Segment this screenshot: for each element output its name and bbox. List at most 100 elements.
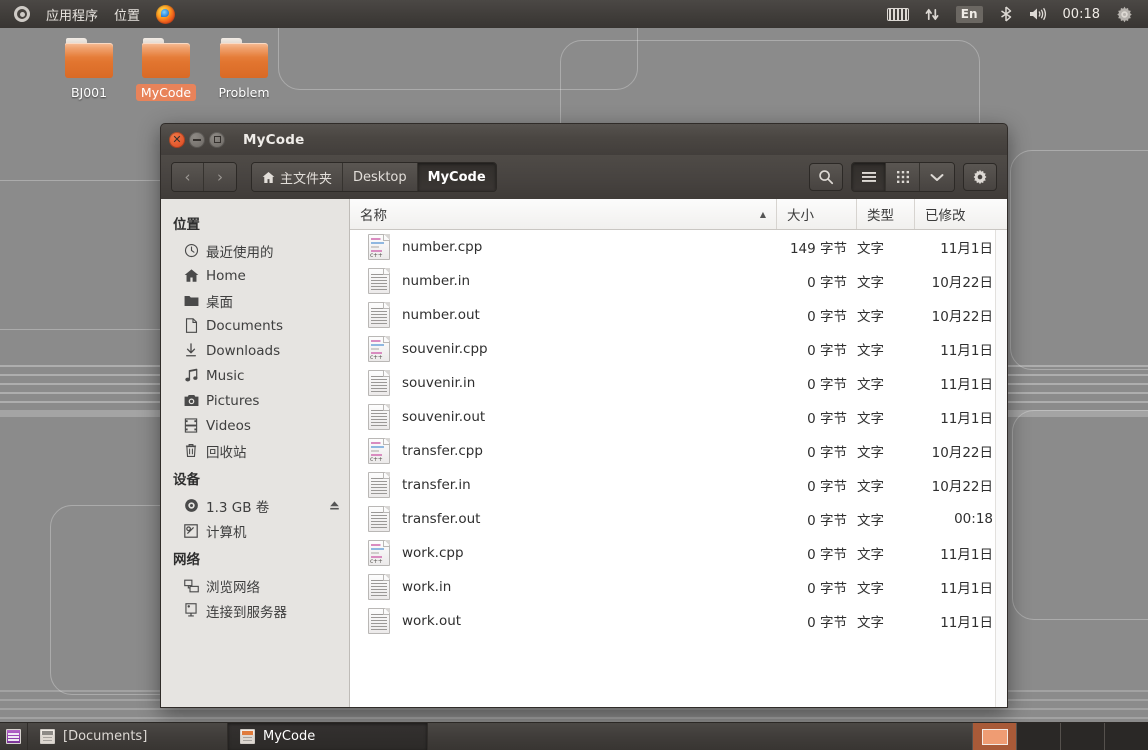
workspace-2[interactable] (1016, 723, 1060, 750)
ubuntu-menu-button[interactable] (6, 3, 38, 25)
sidebar-item-label: Downloads (206, 342, 281, 359)
taskbar-item-label: [Documents] (63, 729, 148, 744)
table-row[interactable]: transfer.out 0 字节 文字 00:18 (350, 502, 1007, 536)
sidebar-item-documents[interactable]: Documents (161, 313, 349, 338)
workspace-1[interactable] (972, 723, 1016, 750)
table-row[interactable]: souvenir.out 0 字节 文字 11月1日 (350, 400, 1007, 434)
table-row[interactable]: c++ transfer.cpp 0 字节 文字 10月22日 (350, 434, 1007, 468)
text-file-icon (368, 268, 390, 294)
sidebar-item-pictures[interactable]: Pictures (161, 388, 349, 413)
desktop-icon-problem[interactable]: Problem (205, 38, 283, 101)
sidebar-item-trash[interactable]: 回收站 (161, 438, 349, 463)
taskbar-item-mycode[interactable]: MyCode (228, 723, 428, 750)
forward-button[interactable]: › (204, 163, 236, 191)
search-button[interactable] (809, 163, 843, 191)
table-row[interactable]: work.out 0 字节 文字 11月1日 (350, 604, 1007, 638)
sidebar-item-recent[interactable]: 最近使用的 (161, 238, 349, 263)
places-menu[interactable]: 位置 (106, 2, 148, 27)
vertical-scrollbar[interactable] (995, 230, 1007, 707)
bluetooth-icon (1000, 6, 1011, 22)
breadcrumb-item-mycode[interactable]: MyCode (417, 163, 496, 191)
breadcrumb-item-desktop[interactable]: Desktop (343, 163, 418, 191)
breadcrumb-item-home[interactable]: 主文件夹 (252, 163, 344, 191)
desktop-icon-bj001[interactable]: BJ001 (50, 38, 128, 101)
workspace-4[interactable] (1104, 723, 1148, 750)
eject-icon[interactable] (327, 499, 341, 513)
file-modified: 11月1日 (940, 547, 993, 563)
back-button[interactable]: ‹ (172, 163, 204, 191)
table-row[interactable]: c++ number.cpp 149 字节 文字 11月1日 (350, 230, 1007, 264)
view-options-button[interactable] (920, 163, 954, 191)
table-row[interactable]: souvenir.in 0 字节 文字 11月1日 (350, 366, 1007, 400)
taskbar: [Documents] MyCode (0, 722, 1148, 750)
sidebar-item-desktop[interactable]: 桌面 (161, 288, 349, 313)
sidebar-item-home[interactable]: Home (161, 263, 349, 288)
column-header-modified[interactable]: 已修改 (915, 199, 1007, 229)
sidebar-item-computer[interactable]: 计算机 (161, 518, 349, 543)
bluetooth-indicator[interactable] (992, 4, 1020, 24)
applications-menu[interactable]: 应用程序 (38, 2, 106, 27)
show-desktop-button[interactable] (0, 723, 28, 750)
show-desktop-icon (6, 729, 21, 744)
keyboard-indicator[interactable] (880, 6, 916, 23)
column-header-type[interactable]: 类型 (857, 199, 915, 229)
maximize-icon[interactable] (209, 131, 225, 148)
sidebar-item-label: Documents (206, 317, 283, 334)
view-mode-group (851, 162, 955, 192)
sidebar-item-connect-server[interactable]: 连接到服务器 (161, 598, 349, 623)
window-titlebar[interactable]: ✕ MyCode (160, 123, 1008, 155)
sidebar-item-label: 1.3 GB 卷 (206, 499, 270, 516)
file-list-header: 名称 ▲ 大小 类型 已修改 (350, 199, 1007, 230)
clock[interactable]: 00:18 (1056, 7, 1107, 22)
document-icon (183, 318, 199, 334)
file-manager-window[interactable]: ✕ MyCode ‹ › 主文件夹 Desktop MyCode 位置 最近使用… (160, 123, 1008, 708)
applications-menu-label: 应用程序 (46, 8, 99, 24)
file-name-cell: souvenir.out (350, 404, 777, 430)
file-name-cell: c++ souvenir.cpp (350, 336, 777, 362)
file-name-cell: transfer.in (350, 472, 777, 498)
music-note-icon (183, 368, 199, 384)
sidebar-item-downloads[interactable]: Downloads (161, 338, 349, 363)
gear-icon (1117, 6, 1132, 22)
list-view-button[interactable] (852, 163, 886, 191)
desktop-icon-mycode[interactable]: MyCode (127, 38, 205, 101)
file-name: work.in (402, 579, 452, 595)
navigation-buttons: ‹ › (171, 162, 237, 192)
file-type: 文字 (857, 479, 884, 495)
table-row[interactable]: number.in 0 字节 文字 10月22日 (350, 264, 1007, 298)
sidebar-item-videos[interactable]: Videos (161, 413, 349, 438)
table-row[interactable]: transfer.in 0 字节 文字 10月22日 (350, 468, 1007, 502)
file-size: 0 字节 (807, 309, 847, 325)
sidebar-item-music[interactable]: Music (161, 363, 349, 388)
file-size: 0 字节 (807, 377, 847, 393)
firefox-launcher[interactable] (148, 2, 183, 27)
window-body: 位置 最近使用的 Home 桌面 Documents Downloads Mus… (160, 199, 1008, 708)
icon-view-button[interactable] (886, 163, 920, 191)
sidebar-item-browse-network[interactable]: 浏览网络 (161, 573, 349, 598)
ubuntu-logo-icon (14, 6, 30, 22)
workspace-3[interactable] (1060, 723, 1104, 750)
column-header-size[interactable]: 大小 (777, 199, 857, 229)
desktop-icon-label: MyCode (135, 84, 197, 101)
sidebar-item-volume[interactable]: 1.3 GB 卷 (161, 493, 349, 518)
system-settings-indicator[interactable] (1109, 4, 1140, 25)
network-indicator[interactable] (918, 5, 947, 24)
file-name: transfer.out (402, 511, 481, 527)
table-row[interactable]: work.in 0 字节 文字 11月1日 (350, 570, 1007, 604)
table-row[interactable]: number.out 0 字节 文字 10月22日 (350, 298, 1007, 332)
taskbar-item-documents[interactable]: [Documents] (28, 723, 228, 750)
window-settings-button[interactable] (963, 163, 997, 191)
workspace-preview (981, 728, 1008, 745)
volume-indicator[interactable] (1022, 4, 1054, 24)
language-indicator[interactable]: En (949, 4, 990, 25)
column-header-name[interactable]: 名称 ▲ (350, 199, 777, 229)
table-row[interactable]: c++ souvenir.cpp 0 字节 文字 11月1日 (350, 332, 1007, 366)
close-icon[interactable]: ✕ (169, 131, 185, 148)
file-size: 0 字节 (807, 547, 847, 563)
table-row[interactable]: c++ work.cpp 0 字节 文字 11月1日 (350, 536, 1007, 570)
file-type: 文字 (857, 241, 884, 257)
breadcrumb-label: Desktop (353, 169, 407, 185)
file-type: 文字 (857, 513, 884, 529)
file-size: 0 字节 (807, 343, 847, 359)
minimize-icon[interactable] (189, 131, 205, 148)
